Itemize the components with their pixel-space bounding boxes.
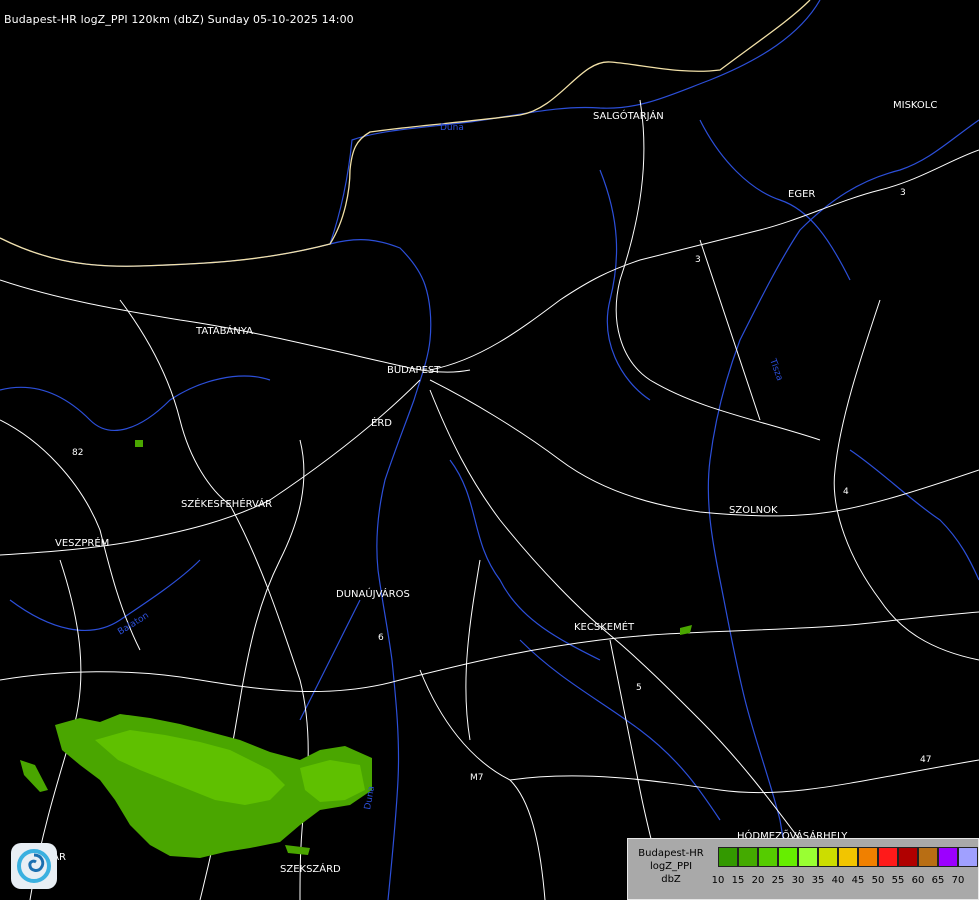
legend-swatch — [778, 847, 798, 867]
city-label: TATABÁNYA — [196, 326, 253, 337]
city-label: MISKOLC — [893, 100, 938, 111]
road-label: 6 — [378, 633, 384, 643]
legend-swatch — [838, 847, 858, 867]
legend-unit: dbZ — [661, 874, 681, 885]
city-label: KECSKEMÉT — [574, 622, 635, 633]
radar-map[interactable]: 82 3 3 4 M7 47 6 5 Balaton Duna Duna Tis… — [0, 0, 979, 900]
city-label: ÉRD — [371, 418, 392, 429]
city-label: SZÉKESFEHÉRVÁR — [181, 499, 273, 510]
city-label: EGER — [788, 189, 816, 200]
road-label: 3 — [900, 188, 906, 198]
legend-swatch — [858, 847, 878, 867]
legend-swatch — [958, 847, 978, 867]
legend-swatch — [758, 847, 778, 867]
legend-tick: 30 — [791, 875, 805, 886]
legend-tick: 65 — [931, 875, 945, 886]
legend-tick: 15 — [731, 875, 745, 886]
met-service-logo — [11, 843, 57, 889]
swirl-icon — [17, 849, 51, 883]
radar-legend: Budapest-HR logZ_PPI dbZ 10 15 20 25 30 35 40 4… — [627, 838, 979, 900]
legend-tick: 35 — [811, 875, 825, 886]
city-label: DUNAÚJVÁROS — [336, 589, 410, 600]
river-label: Duna — [440, 123, 464, 133]
legend-tick: 50 — [871, 875, 885, 886]
city-label: SZEKSZÁRD — [280, 864, 341, 875]
legend-tick: 10 — [711, 875, 725, 886]
legend-tick: 70 — [951, 875, 965, 886]
legend-tick: 20 — [751, 875, 765, 886]
road-label: 3 — [695, 255, 701, 265]
legend-swatches — [718, 847, 978, 869]
legend-swatch — [878, 847, 898, 867]
city-label: SALGÓTARJÁN — [593, 111, 664, 122]
legend-tick: 45 — [851, 875, 865, 886]
legend-source: Budapest-HR — [638, 848, 704, 859]
legend-tick: 40 — [831, 875, 845, 886]
legend-swatch — [798, 847, 818, 867]
legend-ticks: 10 15 20 25 30 35 40 45 50 55 60 65 70 — [708, 875, 968, 886]
legend-tick: 25 — [771, 875, 785, 886]
city-label: SZOLNOK — [729, 505, 778, 516]
legend-swatch — [738, 847, 758, 867]
legend-product: logZ_PPI — [649, 861, 693, 872]
legend-swatch — [818, 847, 838, 867]
legend-tick: 60 — [911, 875, 925, 886]
road-label: 4 — [843, 487, 849, 497]
map-title: Budapest-HR logZ_PPI 120km (dbZ) Sunday … — [4, 13, 354, 26]
legend-tick: 55 — [891, 875, 905, 886]
legend-swatch — [918, 847, 938, 867]
legend-label: Budapest-HR logZ_PPI dbZ — [632, 847, 710, 886]
city-label: BUDAPEST — [387, 365, 441, 376]
road-label: 47 — [920, 755, 931, 765]
city-label: VESZPRÉM — [55, 538, 110, 549]
road-label: M7 — [470, 773, 484, 783]
legend-swatch — [938, 847, 958, 867]
road-label: 82 — [72, 448, 83, 458]
legend-swatch — [718, 847, 738, 867]
road-label: 5 — [636, 683, 642, 693]
legend-swatch — [898, 847, 918, 867]
